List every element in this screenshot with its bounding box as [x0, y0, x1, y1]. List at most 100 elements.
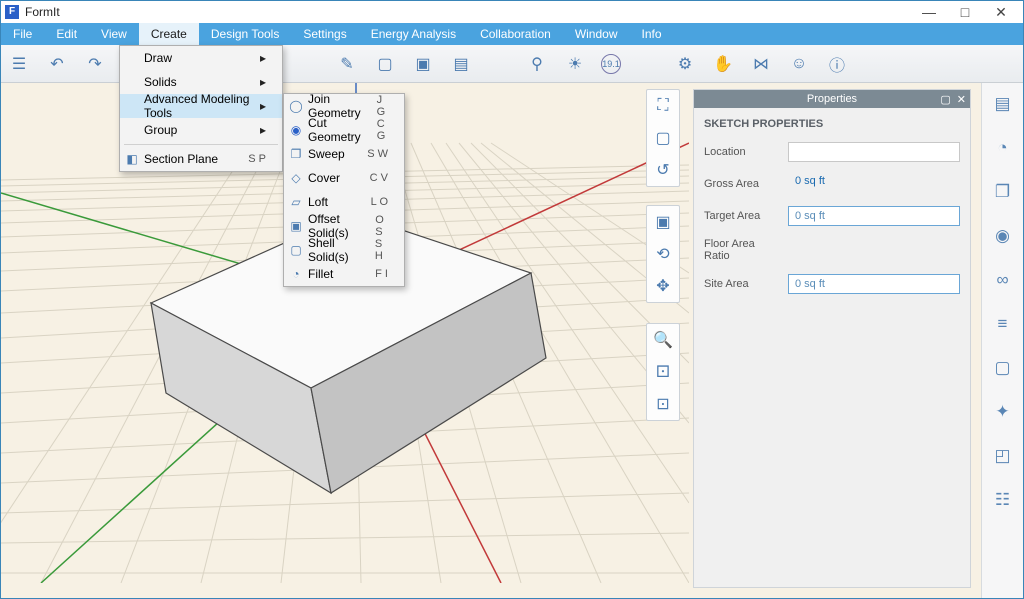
zoom-tools-bar: 🔍 ⚀ ⊡ — [646, 323, 680, 421]
rail-box-icon[interactable]: ▢ — [990, 355, 1016, 381]
menu-offset-solid[interactable]: ▣ Offset Solid(s)O S — [284, 214, 404, 238]
properties-panel: Properties ▢ ✕ SKETCH PROPERTIES Locatio… — [693, 89, 971, 588]
target-area-row: Target Area — [704, 206, 960, 226]
share-icon[interactable]: ⋈ — [749, 52, 773, 76]
site-area-label: Site Area — [704, 278, 782, 290]
menu-window[interactable]: Window — [563, 23, 630, 45]
advanced-modeling-submenu: ◯ Join GeometryJ G ◉ Cut GeometryC G ❐ S… — [283, 93, 405, 287]
location-label: Location — [704, 146, 782, 158]
offset-icon: ▣ — [288, 218, 304, 234]
menu-solids[interactable]: Solids▸ — [120, 70, 282, 94]
panel-pin-icon[interactable]: ▢ — [940, 93, 950, 106]
section-title: SKETCH PROPERTIES — [704, 118, 960, 130]
pan-icon[interactable]: ✥ — [650, 273, 676, 299]
cube-outline-icon[interactable]: ▣ — [650, 209, 676, 235]
redo-icon[interactable]: ↷ — [83, 52, 107, 76]
rail-list-icon[interactable]: ▤ — [990, 91, 1016, 117]
nav-tools-bar: ▣ ⟲ ✥ — [646, 205, 680, 303]
menu-draw[interactable]: Draw▸ — [120, 46, 282, 70]
gross-area-label: Gross Area — [704, 178, 782, 190]
far-label: Floor Area Ratio — [704, 238, 782, 262]
cube-icon[interactable]: ▢ — [373, 52, 397, 76]
app-logo-icon: F — [5, 5, 19, 19]
rail-stack-icon[interactable]: ☷ — [990, 487, 1016, 513]
view-cube-icon[interactable]: ▢ — [650, 125, 676, 151]
rail-target-icon[interactable]: ✦ — [990, 399, 1016, 425]
menu-advanced-modeling[interactable]: Advanced Modeling Tools▸ — [120, 94, 282, 118]
orbit-icon[interactable]: ↺ — [650, 157, 676, 183]
view-tools-bar: ⛶ ▢ ↺ — [646, 89, 680, 187]
list-icon[interactable]: ☰ — [7, 52, 31, 76]
user-icon[interactable]: ☺ — [787, 52, 811, 76]
panel-close-icon[interactable]: ✕ — [957, 93, 966, 106]
menu-bar: File Edit View Create Design Tools Setti… — [1, 23, 1023, 45]
zoom-icon[interactable]: 🔍 — [650, 327, 676, 353]
menu-design-tools[interactable]: Design Tools — [199, 23, 291, 45]
rail-camera-icon[interactable]: ◉ — [990, 223, 1016, 249]
shell-icon: ▢ — [288, 242, 304, 258]
menu-fillet[interactable]: ◔ FilletF I — [284, 262, 404, 286]
cube-plus-icon[interactable]: ▣ — [411, 52, 435, 76]
site-area-input[interactable] — [788, 274, 960, 294]
rail-tree-icon[interactable]: ≡ — [990, 311, 1016, 337]
site-area-row: Site Area — [704, 274, 960, 294]
menu-collaboration[interactable]: Collaboration — [468, 23, 563, 45]
close-button[interactable]: ✕ — [983, 4, 1019, 21]
cube-x-icon[interactable]: ▤ — [449, 52, 473, 76]
menu-section-plane[interactable]: ◧ Section Plane S P — [120, 147, 282, 171]
zoom-fit-icon[interactable]: ⊡ — [650, 391, 676, 417]
create-dropdown: Draw▸ Solids▸ Advanced Modeling Tools▸ G… — [119, 45, 283, 172]
rail-cube-icon[interactable]: ◰ — [990, 443, 1016, 469]
zoom-window-icon[interactable]: ⚀ — [650, 359, 676, 385]
menu-settings[interactable]: Settings — [291, 23, 358, 45]
location-input[interactable] — [788, 142, 960, 162]
target-area-label: Target Area — [704, 210, 782, 222]
location-row: Location — [704, 142, 960, 162]
rotate-icon[interactable]: ⟲ — [650, 241, 676, 267]
menu-energy-analysis[interactable]: Energy Analysis — [359, 23, 468, 45]
menu-loft[interactable]: ▱ LoftL O — [284, 190, 404, 214]
rail-layers-icon[interactable]: ❐ — [990, 179, 1016, 205]
sun-icon[interactable]: ☀ — [563, 52, 587, 76]
maximize-button[interactable]: □ — [947, 4, 983, 20]
menu-create[interactable]: Create — [139, 23, 199, 45]
title-bar: F FormIt — □ ✕ — [1, 1, 1023, 23]
fit-view-icon[interactable]: ⛶ — [650, 93, 676, 119]
pin-icon[interactable]: ⚲ — [525, 52, 549, 76]
gross-area-value: 0 sq ft — [788, 174, 960, 194]
loft-icon: ▱ — [288, 194, 304, 210]
sweep-icon: ❐ — [288, 146, 304, 162]
minimize-button[interactable]: — — [911, 4, 947, 20]
cut-icon: ◉ — [288, 122, 304, 138]
gear-icon[interactable]: ⚙ — [673, 52, 697, 76]
menu-cover[interactable]: ◇ CoverC V — [284, 166, 404, 190]
edit-icon[interactable]: ✎ — [335, 52, 359, 76]
right-rail: ▤ ◔ ❐ ◉ ∞ ≡ ▢ ✦ ◰ ☷ — [981, 83, 1023, 598]
far-value — [788, 240, 960, 260]
menu-sweep[interactable]: ❐ SweepS W — [284, 142, 404, 166]
rail-glasses-icon[interactable]: ∞ — [990, 267, 1016, 293]
cover-icon: ◇ — [288, 170, 304, 186]
join-icon: ◯ — [288, 98, 304, 114]
menu-file[interactable]: File — [1, 23, 44, 45]
menu-info[interactable]: Info — [630, 23, 674, 45]
fillet-icon: ◔ — [288, 266, 304, 282]
menu-edit[interactable]: Edit — [44, 23, 89, 45]
target-area-input[interactable] — [788, 206, 960, 226]
gross-area-row: Gross Area 0 sq ft — [704, 174, 960, 194]
menu-cut-geometry[interactable]: ◉ Cut GeometryC G — [284, 118, 404, 142]
menu-group[interactable]: Group▸ — [120, 118, 282, 142]
menu-separator — [124, 144, 278, 145]
window-title: FormIt — [25, 5, 911, 19]
panel-header[interactable]: Properties ▢ ✕ — [694, 90, 970, 108]
info-icon[interactable]: ⓘ — [825, 52, 849, 76]
undo-icon[interactable]: ↶ — [45, 52, 69, 76]
menu-view[interactable]: View — [89, 23, 139, 45]
section-plane-icon: ◧ — [124, 151, 140, 167]
menu-shell-solid[interactable]: ▢ Shell Solid(s)S H — [284, 238, 404, 262]
hand-icon[interactable]: ✋ — [711, 52, 735, 76]
value-badge[interactable]: 19.1 — [601, 54, 621, 74]
menu-join-geometry[interactable]: ◯ Join GeometryJ G — [284, 94, 404, 118]
rail-palette-icon[interactable]: ◔ — [990, 135, 1016, 161]
far-row: Floor Area Ratio — [704, 238, 960, 262]
